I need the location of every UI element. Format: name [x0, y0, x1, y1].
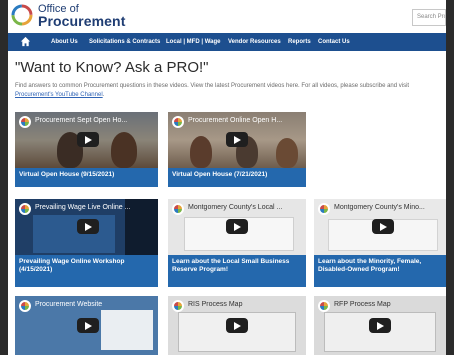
- participant-figure: [276, 138, 298, 168]
- video-overlay-title: Procurement Sept Open Ho...: [35, 117, 128, 124]
- video-thumbnail[interactable]: Procurement Website: [15, 296, 158, 355]
- video-thumbnail[interactable]: RFP Process Map: [314, 296, 446, 355]
- channel-avatar-icon: [318, 300, 330, 312]
- nav-reports[interactable]: Reports: [288, 37, 311, 47]
- video-overlay-title: RIS Process Map: [188, 301, 243, 308]
- page-title: "Want to Know? Ask a PRO!": [15, 59, 209, 76]
- intro-text: Find answers to common Procurement quest…: [15, 82, 435, 100]
- logo-icon[interactable]: [11, 4, 33, 26]
- play-button-icon[interactable]: [77, 132, 99, 147]
- video-caption[interactable]: Virtual Open House (9/15/2021): [15, 168, 158, 187]
- channel-avatar-icon: [19, 300, 31, 312]
- slide-panel: [101, 310, 153, 350]
- page: Office of Procurement Search Procu About…: [8, 0, 446, 355]
- main-nav: About Us Solicitations & Contracts Local…: [8, 33, 446, 51]
- play-button-icon[interactable]: [372, 219, 394, 234]
- nav-about-us[interactable]: About Us: [51, 37, 78, 47]
- channel-avatar-icon: [172, 116, 184, 128]
- intro-end: .: [102, 92, 105, 98]
- participant-figure: [190, 136, 212, 168]
- video-overlay-title: Procurement Website: [35, 301, 103, 308]
- video-card[interactable]: Prevailing Wage Live Online ... Prevaili…: [15, 199, 158, 287]
- video-card[interactable]: Procurement Sept Open Ho... Virtual Open…: [15, 112, 158, 187]
- channel-avatar-icon: [318, 203, 330, 215]
- channel-avatar-icon: [19, 116, 31, 128]
- video-overlay-title: Procurement Online Open H...: [188, 117, 283, 124]
- video-caption[interactable]: Learn about the Local Small Business Res…: [168, 255, 306, 287]
- participant-figure: [111, 132, 137, 168]
- youtube-channel-link[interactable]: Procurement's YouTube Channel: [15, 92, 103, 98]
- video-card[interactable]: Procurement Website: [15, 296, 158, 355]
- slide-panel: [33, 215, 115, 253]
- play-button-icon[interactable]: [226, 318, 248, 333]
- video-card[interactable]: RIS Process Map: [168, 296, 306, 355]
- channel-avatar-icon: [19, 203, 31, 215]
- video-card[interactable]: Montgomery County's Local ... Learn abou…: [168, 199, 306, 287]
- video-card[interactable]: Procurement Online Open H... Virtual Ope…: [168, 112, 306, 187]
- play-button-icon[interactable]: [77, 219, 99, 234]
- channel-avatar-icon: [172, 300, 184, 312]
- play-button-icon[interactable]: [369, 318, 391, 333]
- video-thumbnail[interactable]: Montgomery County's Mino...: [314, 199, 446, 255]
- play-button-icon[interactable]: [226, 219, 248, 234]
- search-input[interactable]: Search Procu: [412, 9, 446, 26]
- channel-avatar-icon: [172, 203, 184, 215]
- video-caption[interactable]: Learn about the Minority, Female, Disabl…: [314, 255, 446, 287]
- video-caption[interactable]: Prevailing Wage Online Workshop (4/15/20…: [15, 255, 158, 287]
- video-card[interactable]: Montgomery County's Mino... Learn about …: [314, 199, 446, 287]
- nav-solicitations-contracts[interactable]: Solicitations & Contracts: [89, 37, 160, 47]
- play-button-icon[interactable]: [77, 318, 99, 333]
- video-thumbnail[interactable]: Procurement Sept Open Ho...: [15, 112, 158, 168]
- video-overlay-title: RFP Process Map: [334, 301, 391, 308]
- site-header: Office of Procurement Search Procu: [8, 0, 446, 30]
- nav-vendor-resources[interactable]: Vendor Resources: [228, 37, 281, 47]
- video-thumbnail[interactable]: RIS Process Map: [168, 296, 306, 355]
- video-overlay-title: Montgomery County's Local ...: [188, 204, 283, 211]
- video-thumbnail[interactable]: Prevailing Wage Live Online ...: [15, 199, 158, 255]
- logo-text-line2[interactable]: Procurement: [38, 14, 125, 29]
- video-thumbnail[interactable]: Procurement Online Open H...: [168, 112, 306, 168]
- nav-contact-us[interactable]: Contact Us: [318, 37, 350, 47]
- nav-local-mfd-wage[interactable]: Local | MFD | Wage: [166, 37, 220, 47]
- video-thumbnail[interactable]: Montgomery County's Local ...: [168, 199, 306, 255]
- video-caption[interactable]: Virtual Open House (7/21/2021): [168, 168, 306, 187]
- video-overlay-title: Prevailing Wage Live Online ...: [35, 204, 131, 211]
- video-card[interactable]: RFP Process Map: [314, 296, 446, 355]
- video-overlay-title: Montgomery County's Mino...: [334, 204, 425, 211]
- home-icon[interactable]: [20, 36, 31, 47]
- intro-body: Find answers to common Procurement quest…: [15, 83, 410, 89]
- play-button-icon[interactable]: [226, 132, 248, 147]
